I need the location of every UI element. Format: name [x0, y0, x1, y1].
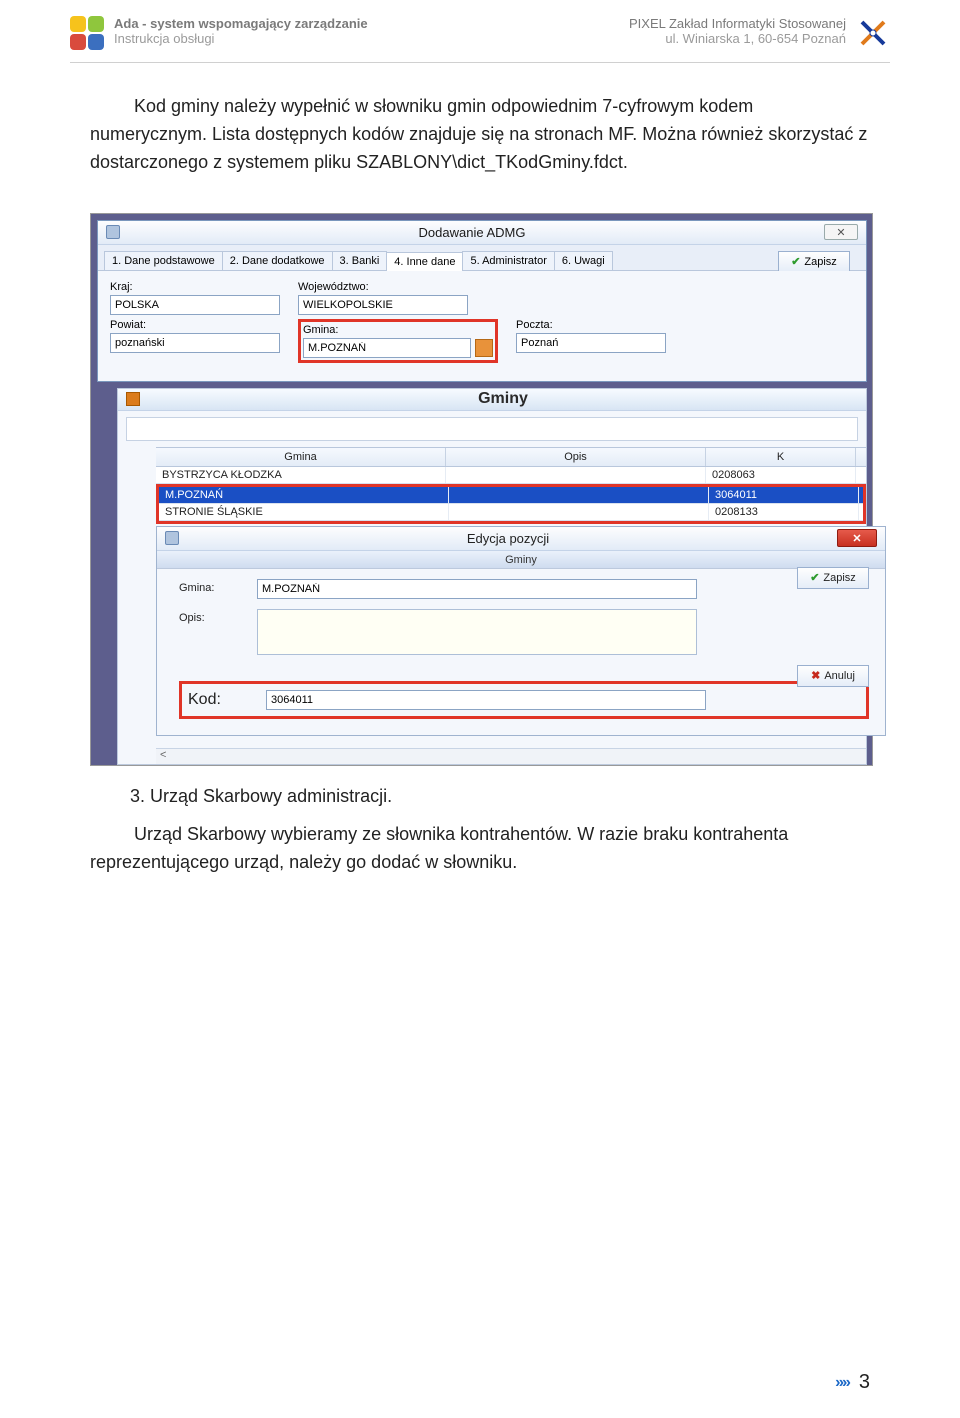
zapisz-label: Zapisz: [823, 572, 855, 584]
check-icon: ✔: [791, 255, 800, 268]
window-edycja-pozycji: Edycja pozycji ✕ Gminy ✔ Zapisz Gmina: Op…: [156, 526, 886, 736]
col-gmina[interactable]: Gmina: [156, 448, 446, 466]
cell-opis: [449, 487, 709, 503]
input-poczta[interactable]: [516, 333, 666, 353]
input-edit-gmina[interactable]: [257, 579, 697, 599]
cell-opis: [449, 504, 709, 520]
input-kod[interactable]: [266, 690, 706, 710]
grid-row[interactable]: STRONIE ŚLĄSKIE 0208133: [159, 504, 863, 521]
input-powiat[interactable]: [110, 333, 280, 353]
cell-gmina: M.POZNAŃ: [159, 487, 449, 503]
grid-gminy: Gmina Opis K BYSTRZYCA KŁODZKA 0208063 M…: [156, 447, 866, 524]
check-icon: ✔: [810, 571, 819, 584]
label-poczta: Poczta:: [516, 319, 666, 331]
label-gmina: Gmina:: [179, 579, 239, 594]
list-item-3: 3. Urząd Skarbowy administracji.: [0, 766, 960, 821]
paragraph-1: Kod gminy należy wypełnić w słowniku gmi…: [90, 93, 870, 177]
filter-bar[interactable]: [126, 417, 858, 441]
window-dodawanie-admg: Dodawanie ADMG ✕ 1. Dane podstawowe 2. D…: [97, 220, 867, 382]
highlighted-rows: M.POZNAŃ 3064011 STRONIE ŚLĄSKIE 0208133: [156, 484, 866, 524]
label-wojewodztwo: Województwo:: [298, 281, 468, 293]
tab-uwagi[interactable]: 6. Uwagi: [554, 251, 613, 270]
grid-row[interactable]: BYSTRZYCA KŁODZKA 0208063: [156, 467, 866, 484]
tab-inne-dane[interactable]: 4. Inne dane: [386, 252, 463, 271]
panel-title: Gminy: [148, 390, 858, 408]
app-screenshot: Dodawanie ADMG ✕ 1. Dane podstawowe 2. D…: [90, 213, 873, 766]
edit-window-title: Edycja pozycji: [179, 531, 837, 546]
grid-row-selected[interactable]: M.POZNAŃ 3064011: [159, 487, 863, 504]
window-icon: [165, 531, 179, 545]
logo-left: [70, 16, 104, 50]
cell-opis: [446, 467, 706, 483]
label-opis: Opis:: [179, 609, 239, 624]
tab-banki[interactable]: 3. Banki: [332, 251, 388, 270]
panel-icon: [126, 392, 140, 406]
scrollbar[interactable]: [156, 748, 866, 764]
cell-kod: 3064011: [709, 487, 859, 503]
panel-gminy: Gminy Gmina Opis K BYSTRZYCA KŁODZKA 020…: [117, 388, 867, 765]
doc-title: Ada - system wspomagający zarządzanie: [114, 16, 368, 31]
paragraph-2: Urząd Skarbowy wybieramy ze słownika kon…: [90, 821, 870, 877]
logo-right: [856, 16, 890, 50]
input-wojewodztwo[interactable]: [298, 295, 468, 315]
cell-kod: 0208063: [706, 467, 856, 483]
lookup-icon[interactable]: [475, 339, 493, 357]
input-kraj[interactable]: [110, 295, 280, 315]
col-opis[interactable]: Opis: [446, 448, 706, 466]
anuluj-label: Anuluj: [824, 670, 855, 682]
close-button[interactable]: ✕: [824, 224, 858, 240]
close-button[interactable]: ✕: [837, 529, 877, 547]
chevron-icon: »»: [835, 1374, 849, 1392]
company-address: ul. Winiarska 1, 60-654 Poznań: [629, 31, 846, 46]
window-title: Dodawanie ADMG: [120, 225, 824, 240]
zapisz-button[interactable]: ✔ Zapisz: [797, 567, 869, 589]
tab-dane-dodatkowe[interactable]: 2. Dane dodatkowe: [222, 251, 333, 270]
anuluj-button[interactable]: ✖ Anuluj: [797, 665, 869, 687]
kod-highlight: Kod:: [179, 681, 869, 719]
tab-administrator[interactable]: 5. Administrator: [462, 251, 554, 270]
label-gmina: Gmina:: [303, 324, 493, 336]
company-name: PIXEL Zakład Informatyki Stosowanej: [629, 16, 846, 31]
tab-dane-podstawowe[interactable]: 1. Dane podstawowe: [104, 251, 223, 270]
x-icon: ✖: [811, 669, 820, 682]
tabs: 1. Dane podstawowe 2. Dane dodatkowe 3. …: [98, 245, 866, 271]
window-icon: [106, 225, 120, 239]
zapisz-label: Zapisz: [804, 256, 836, 268]
doc-subtitle: Instrukcja obsługi: [114, 31, 368, 46]
label-kod: Kod:: [188, 691, 248, 709]
cell-gmina: STRONIE ŚLĄSKIE: [159, 504, 449, 520]
label-kraj: Kraj:: [110, 281, 280, 293]
page-number: 3: [859, 1371, 870, 1394]
edit-subheader: Gminy: [157, 551, 885, 569]
cell-gmina: BYSTRZYCA KŁODZKA: [156, 467, 446, 483]
cell-kod: 0208133: [709, 504, 859, 520]
input-gmina[interactable]: [303, 338, 471, 358]
zapisz-button[interactable]: ✔ Zapisz: [778, 251, 850, 273]
col-kod[interactable]: K: [706, 448, 856, 466]
label-powiat: Powiat:: [110, 319, 280, 331]
textarea-opis[interactable]: [257, 609, 697, 655]
